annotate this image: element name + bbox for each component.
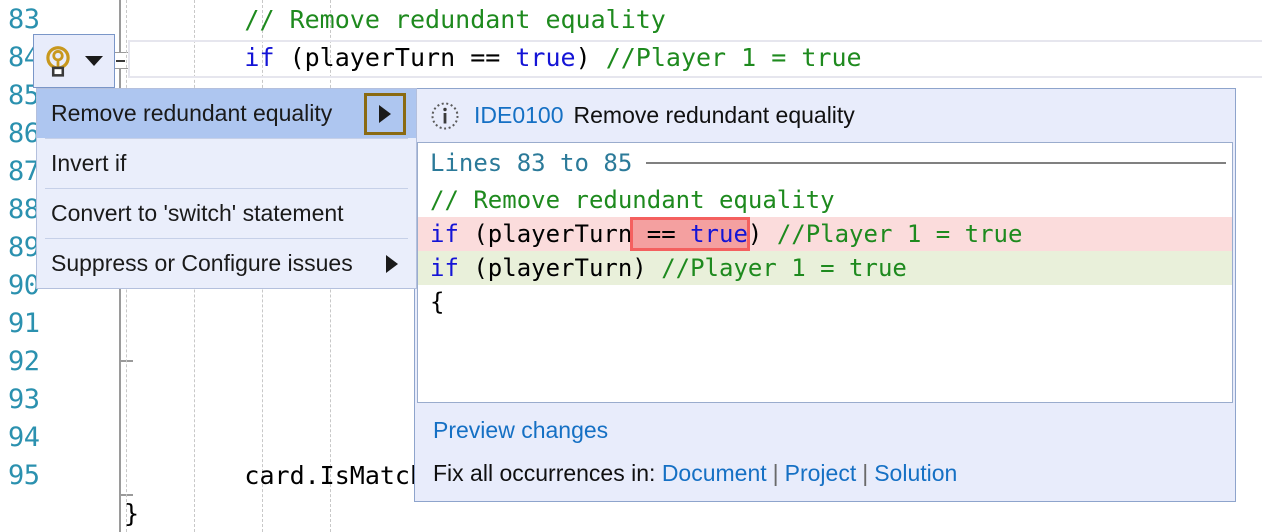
preview-diff-line: // Remove redundant equality <box>418 183 1232 217</box>
preview-diff-line: if (playerTurn) //Player 1 = true <box>418 251 1232 285</box>
code-token: (playerTurn == <box>289 43 516 72</box>
fix-all-scope-link-project[interactable]: Project <box>785 460 857 486</box>
quick-actions-preview-panel: IDE0100 Remove redundant equality Lines … <box>414 88 1236 502</box>
line-number: 95 <box>8 460 40 491</box>
code-token: if <box>244 43 290 72</box>
scope-separator: | <box>772 460 779 486</box>
preview-diff-line: if (playerTurn == true) //Player 1 = tru… <box>418 217 1232 251</box>
preview-diff-lines: // Remove redundant equality if (playerTu… <box>418 183 1232 319</box>
quick-action-label: Remove redundant equality <box>51 100 333 126</box>
code-token: if <box>430 220 474 248</box>
diagnostic-id: IDE0100 <box>474 102 564 128</box>
fix-all-label: Fix all occurrences in: <box>433 460 656 486</box>
code-token: true <box>690 220 748 248</box>
code-token: (playerTurn) <box>473 254 662 282</box>
diagnostic-title: Remove redundant equality <box>573 102 855 128</box>
chevron-down-icon[interactable] <box>85 56 103 66</box>
code-line[interactable]: if (playerTurn == true) //Player 1 = tru… <box>124 39 1262 77</box>
code-token: ) <box>747 220 777 248</box>
code-token: } <box>124 499 140 528</box>
code-token: ) <box>575 43 606 72</box>
code-token: //Player 1 = true <box>661 254 907 282</box>
code-token: true <box>515 43 576 72</box>
scope-separator: | <box>862 460 869 486</box>
quick-action-menu-item[interactable]: Invert if <box>37 139 416 188</box>
fix-all-scope-links[interactable]: Document | Project | Solution <box>662 460 958 486</box>
line-number: 92 <box>8 346 40 377</box>
preview-header: IDE0100 Remove redundant equality <box>415 89 1235 142</box>
code-token: // Remove redundant equality <box>244 5 666 34</box>
fix-all-occurrences-row: Fix all occurrences in: Document | Project… <box>433 460 1235 487</box>
diff-change-highlight: == true <box>630 217 750 251</box>
quick-action-menu-item[interactable]: Convert to 'switch' statement <box>37 189 416 238</box>
quick-action-label: Convert to 'switch' statement <box>51 200 344 226</box>
quick-action-label: Suppress or Configure issues <box>51 250 353 276</box>
code-token: //Player 1 = true <box>776 220 1023 248</box>
code-token: // Remove redundant equality <box>430 186 835 214</box>
line-number: 94 <box>8 422 40 453</box>
quick-action-menu-item[interactable]: Remove redundant equality <box>37 89 416 138</box>
code-token: if <box>430 254 474 282</box>
preview-lines-range: Lines 83 to 85 <box>430 149 633 177</box>
quick-action-label: Invert if <box>51 150 127 176</box>
fix-all-scope-link-solution[interactable]: Solution <box>874 460 957 486</box>
quick-actions-lightbulb-button[interactable] <box>33 34 115 88</box>
line-number: 93 <box>8 384 40 415</box>
quick-action-menu-item[interactable]: Suppress or Configure issues <box>37 239 416 288</box>
lightbulb-icon <box>46 46 70 77</box>
preview-diff-line: { <box>418 285 1232 319</box>
preview-footer: Preview changes Fix all occurrences in: … <box>415 403 1235 501</box>
quick-actions-menu[interactable]: Remove redundant equality Invert if Conver… <box>36 88 417 289</box>
preview-code-diff: Lines 83 to 85 // Remove redundant equal… <box>417 142 1233 403</box>
preview-header-rule <box>646 162 1226 164</box>
info-icon <box>431 102 459 129</box>
chevron-right-icon[interactable] <box>386 254 398 273</box>
submenu-expander-button[interactable] <box>364 92 406 135</box>
code-token: { <box>430 288 445 316</box>
preview-changes-link[interactable]: Preview changes <box>433 417 608 444</box>
code-token: (playerTurn <box>473 220 633 248</box>
chevron-right-icon <box>379 104 391 123</box>
line-number: 91 <box>8 308 40 339</box>
fix-all-scope-link-document[interactable]: Document <box>662 460 767 486</box>
code-token: == <box>632 220 691 248</box>
code-line[interactable]: // Remove redundant equality <box>124 1 1262 39</box>
preview-lines-header: Lines 83 to 85 <box>418 143 1232 183</box>
code-token: //Player 1 = true <box>605 43 862 72</box>
